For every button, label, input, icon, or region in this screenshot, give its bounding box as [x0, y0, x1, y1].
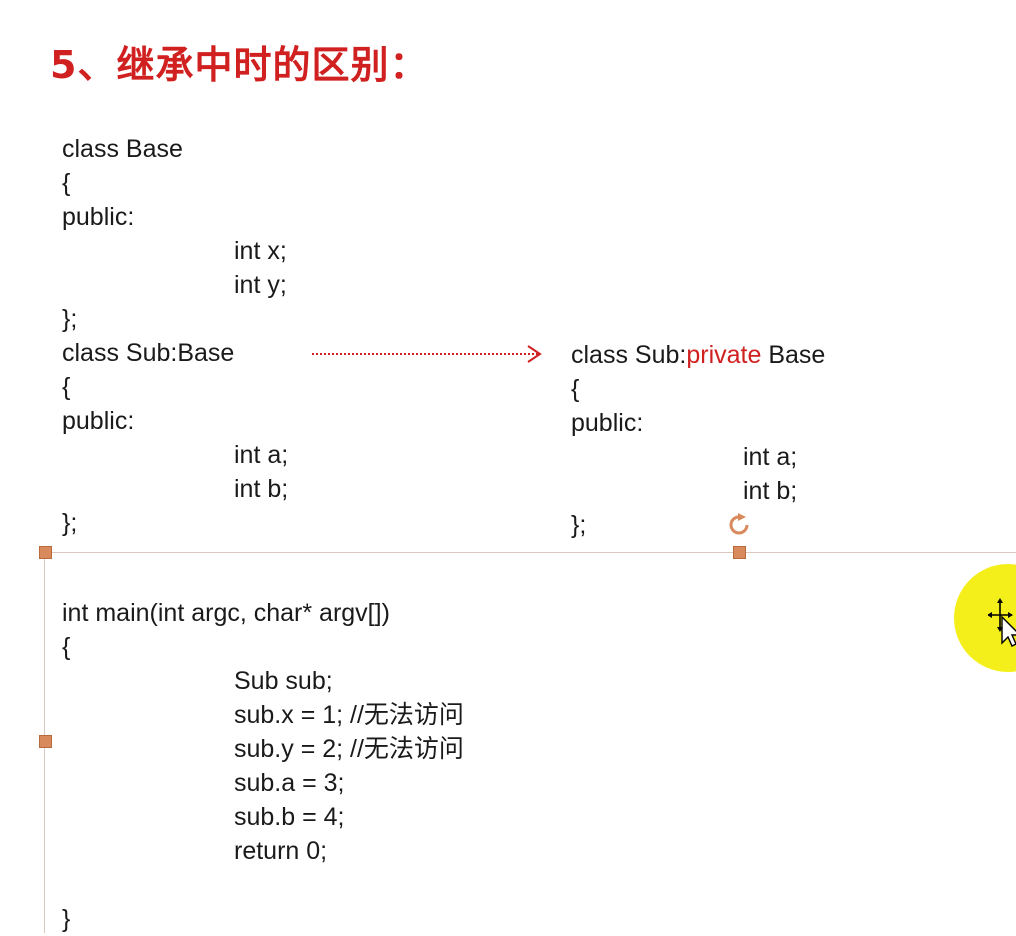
private-sub-class-code: class Sub:private Base { public: int a; int…	[571, 338, 825, 542]
selection-handle-left-middle[interactable]	[39, 735, 52, 748]
code-line: int main(int argc, char* argv[])	[62, 599, 390, 627]
code-line: int a;	[234, 441, 289, 469]
code-line: {	[62, 373, 71, 401]
selection-handle-top-middle[interactable]	[733, 546, 746, 559]
code-line: class Base	[62, 135, 183, 163]
class-header-suffix: Base	[761, 341, 826, 369]
code-line: sub.x = 1; //无法访问	[234, 701, 464, 729]
code-line: int x;	[234, 237, 287, 265]
code-line: };	[62, 509, 78, 537]
code-line: int b;	[234, 475, 289, 503]
move-cursor-icon	[988, 598, 1016, 647]
class-header-prefix: class Sub:	[571, 341, 687, 369]
base-sub-class-code: class Base { public: int x; int y;}; class Su…	[62, 132, 288, 540]
dotted-right-arrow-icon	[312, 345, 542, 363]
private-keyword: private	[686, 341, 762, 369]
code-line: sub.y = 2; //无法访问	[234, 735, 464, 763]
code-line: int b;	[743, 477, 798, 505]
code-line: public:	[62, 407, 135, 435]
code-line: class Sub:Base	[62, 339, 235, 367]
main-function-code[interactable]: int main(int argc, char* argv[]) { Sub sub…	[62, 596, 464, 936]
code-line: public:	[571, 409, 644, 437]
code-line: Sub sub;	[234, 667, 333, 695]
selection-handle-top-left[interactable]	[39, 546, 52, 559]
code-line: {	[571, 375, 580, 403]
code-line: };	[571, 511, 587, 539]
code-line: sub.b = 4;	[234, 803, 345, 831]
code-line: {	[62, 633, 71, 661]
code-line: };	[62, 305, 78, 333]
private-class-header: class Sub:private Base	[571, 338, 825, 372]
slide-title: 5、继承中时的区别：	[50, 43, 429, 87]
code-line: sub.a = 3;	[234, 769, 345, 797]
code-line: int y;	[234, 271, 287, 299]
code-line: int a;	[743, 443, 798, 471]
rotate-handle-icon[interactable]	[727, 512, 753, 538]
code-line: return 0;	[234, 837, 328, 865]
code-line: }	[62, 905, 71, 933]
code-line: public:	[62, 203, 135, 231]
code-line: {	[62, 169, 71, 197]
